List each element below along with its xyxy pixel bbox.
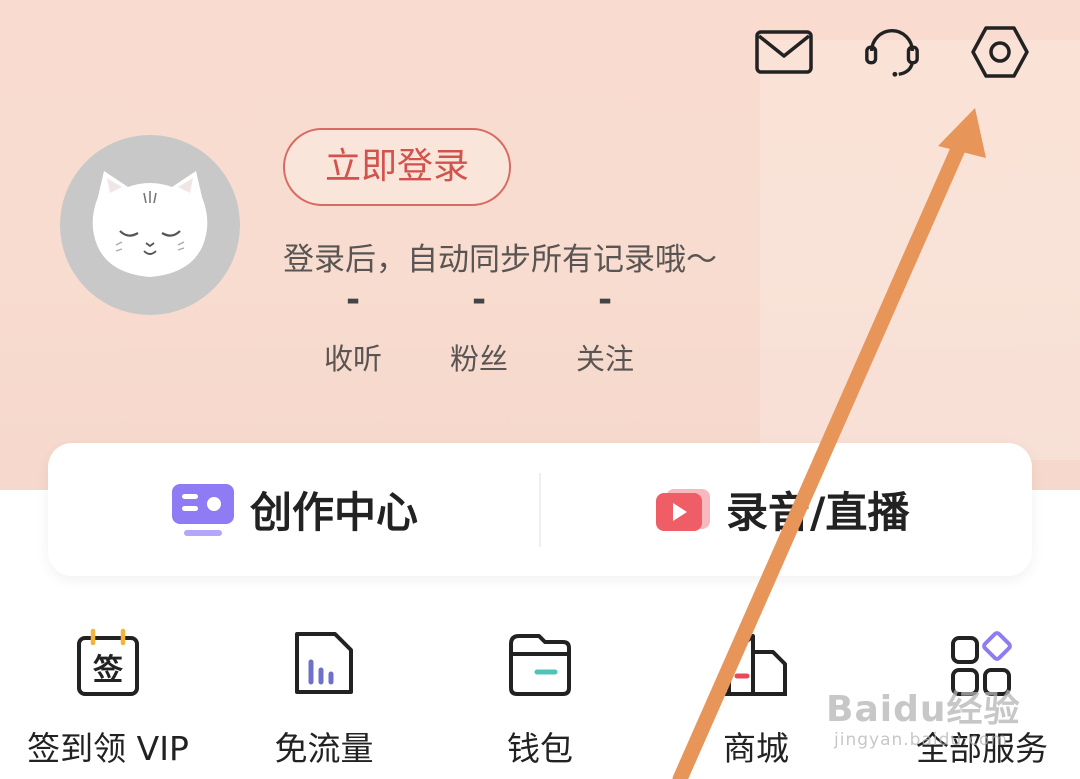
service-label: 签到领 VIP <box>27 729 189 768</box>
creator-center-label: 创作中心 <box>250 488 419 537</box>
profile-stats: - 收听 - 粉丝 - 关注 <box>290 282 668 378</box>
creator-center-button[interactable]: 创作中心 <box>170 443 418 576</box>
stat-fans[interactable]: - 粉丝 <box>416 282 542 378</box>
stat-value: - <box>345 280 361 320</box>
stat-label: 关注 <box>575 342 634 376</box>
card-divider <box>539 473 541 547</box>
top-toolbar <box>754 22 1030 82</box>
data-free-icon <box>295 632 353 694</box>
service-checkin[interactable]: 签 签到领 VIP <box>20 628 196 770</box>
record-live-label: 录音/直播 <box>726 488 910 537</box>
mail-icon[interactable] <box>754 22 814 82</box>
stat-label: 收听 <box>323 342 382 376</box>
headset-icon[interactable] <box>862 22 922 82</box>
service-store[interactable]: 商城 <box>696 628 816 770</box>
service-wallet[interactable]: 钱包 <box>480 628 600 770</box>
video-icon <box>656 488 710 531</box>
wallet-icon <box>509 634 571 696</box>
stat-value: - <box>471 280 487 320</box>
watermark-url: jingyan.baidu.com <box>834 730 1008 750</box>
stat-following[interactable]: - 关注 <box>542 282 668 378</box>
login-button[interactable]: 立即登录 <box>283 128 511 206</box>
service-data-free[interactable]: 免流量 <box>264 628 384 770</box>
watermark-logo: Baidu经验 <box>826 689 1021 730</box>
creator-center-icon <box>172 483 234 536</box>
service-label: 钱包 <box>507 729 573 768</box>
store-icon <box>725 634 787 696</box>
service-label: 商城 <box>723 729 789 768</box>
stat-listen[interactable]: - 收听 <box>290 282 416 378</box>
stat-value: - <box>597 280 613 320</box>
avatar[interactable] <box>60 135 240 315</box>
stat-label: 粉丝 <box>449 342 508 376</box>
record-live-button[interactable]: 录音/直播 <box>654 443 909 576</box>
watermark: Baidu经验 jingyan.baidu.com <box>826 680 1020 750</box>
cat-avatar-icon <box>92 171 208 277</box>
checkin-icon-text: 签 <box>93 653 123 688</box>
settings-icon[interactable] <box>970 22 1030 82</box>
login-hint: 登录后，自动同步所有记录哦～ <box>283 242 717 278</box>
service-label: 免流量 <box>274 729 374 768</box>
checkin-icon: 签 <box>77 628 139 696</box>
creator-card: 创作中心 录音/直播 <box>48 443 1032 576</box>
